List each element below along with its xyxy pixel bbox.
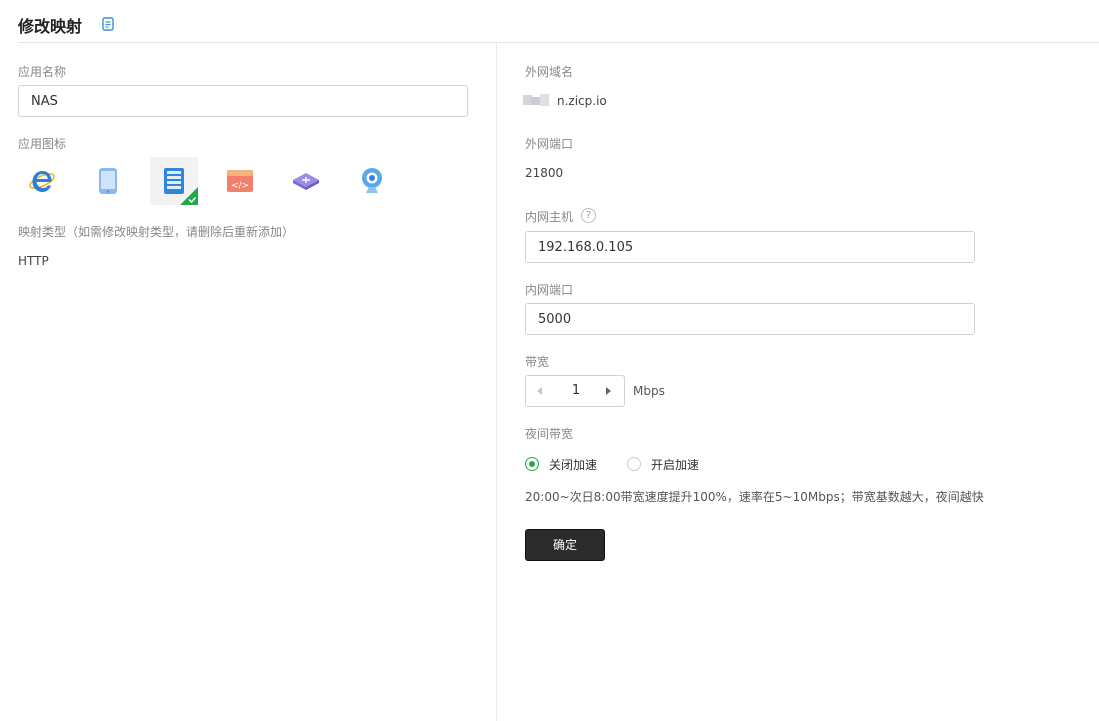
- code-window-icon: </>: [227, 170, 253, 192]
- night-bandwidth-label: 夜间带宽: [525, 427, 574, 441]
- host-label: 内网主机: [525, 210, 574, 224]
- icon-option-tablet[interactable]: [84, 157, 132, 205]
- radio-accel-on-label[interactable]: 开启加速: [651, 456, 699, 473]
- mapping-type-value: HTTP: [18, 254, 49, 268]
- ext-port-value: 21800: [525, 166, 564, 180]
- bandwidth-stepper[interactable]: 1: [525, 375, 625, 407]
- domain-value: n.zicp.io: [557, 94, 607, 108]
- page-title: 修改映射: [18, 17, 83, 36]
- bandwidth-unit: Mbps: [633, 384, 665, 398]
- radio-accel-off-label[interactable]: 关闭加速: [549, 456, 597, 473]
- ie-browser-icon: [29, 171, 55, 192]
- icon-option-ie[interactable]: [18, 157, 66, 205]
- int-port-input[interactable]: [525, 303, 975, 335]
- webcam-icon: [362, 168, 382, 193]
- icon-option-nas[interactable]: [150, 157, 198, 205]
- app-name-label: 应用名称: [18, 65, 67, 79]
- radio-accel-on[interactable]: [627, 457, 641, 471]
- app-icon-label: 应用图标: [18, 137, 67, 151]
- bandwidth-label: 带宽: [525, 355, 550, 369]
- radio-accel-off[interactable]: [525, 457, 539, 471]
- int-port-label: 内网端口: [525, 283, 574, 297]
- router-icon: [293, 173, 319, 190]
- ext-port-label: 外网端口: [525, 137, 574, 151]
- icon-option-webcam[interactable]: [348, 157, 396, 205]
- redacted-blur: [523, 94, 549, 106]
- domain-label: 外网域名: [525, 65, 574, 79]
- mapping-type-label: 映射类型（如需修改映射类型，请删除后重新添加）: [18, 225, 295, 239]
- icon-option-router[interactable]: [282, 157, 330, 205]
- app-name-input[interactable]: [18, 85, 468, 117]
- selected-check-icon: [180, 187, 198, 205]
- column-divider: [496, 43, 497, 721]
- increment-arrow-icon[interactable]: [602, 385, 614, 397]
- doc-icon[interactable]: [102, 17, 114, 31]
- bandwidth-value[interactable]: 1: [556, 376, 596, 406]
- header-bar: 修改映射: [18, 0, 1099, 43]
- host-input[interactable]: [525, 231, 975, 263]
- confirm-button[interactable]: 确定: [525, 529, 605, 561]
- decrement-arrow-icon[interactable]: [534, 385, 546, 397]
- night-note: 20:00~次日8:00带宽速度提升100%，速率在5~10Mbps；带宽基数越…: [525, 490, 984, 504]
- svg-text:</>: </>: [231, 181, 249, 191]
- help-icon[interactable]: ?: [581, 208, 596, 223]
- icon-option-code[interactable]: </>: [216, 157, 264, 205]
- tablet-icon: [99, 168, 117, 194]
